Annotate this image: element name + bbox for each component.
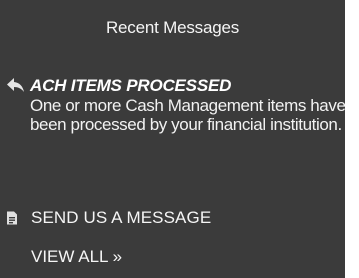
- message-body: One or more Cash Management items have b…: [30, 96, 346, 134]
- panel-title: Recent Messages: [105, 18, 240, 37]
- view-all-link[interactable]: VIEW ALL »: [31, 247, 122, 267]
- document-icon: [7, 211, 17, 225]
- recent-messages-panel: Recent Messages ACH ITEMS PROCESSED One …: [0, 0, 346, 278]
- message-title[interactable]: ACH ITEMS PROCESSED: [30, 76, 231, 96]
- reply-arrow-icon: [7, 78, 24, 92]
- send-message-label[interactable]: SEND US A MESSAGE: [31, 208, 211, 228]
- send-message-link[interactable]: SEND US A MESSAGE: [6, 208, 211, 228]
